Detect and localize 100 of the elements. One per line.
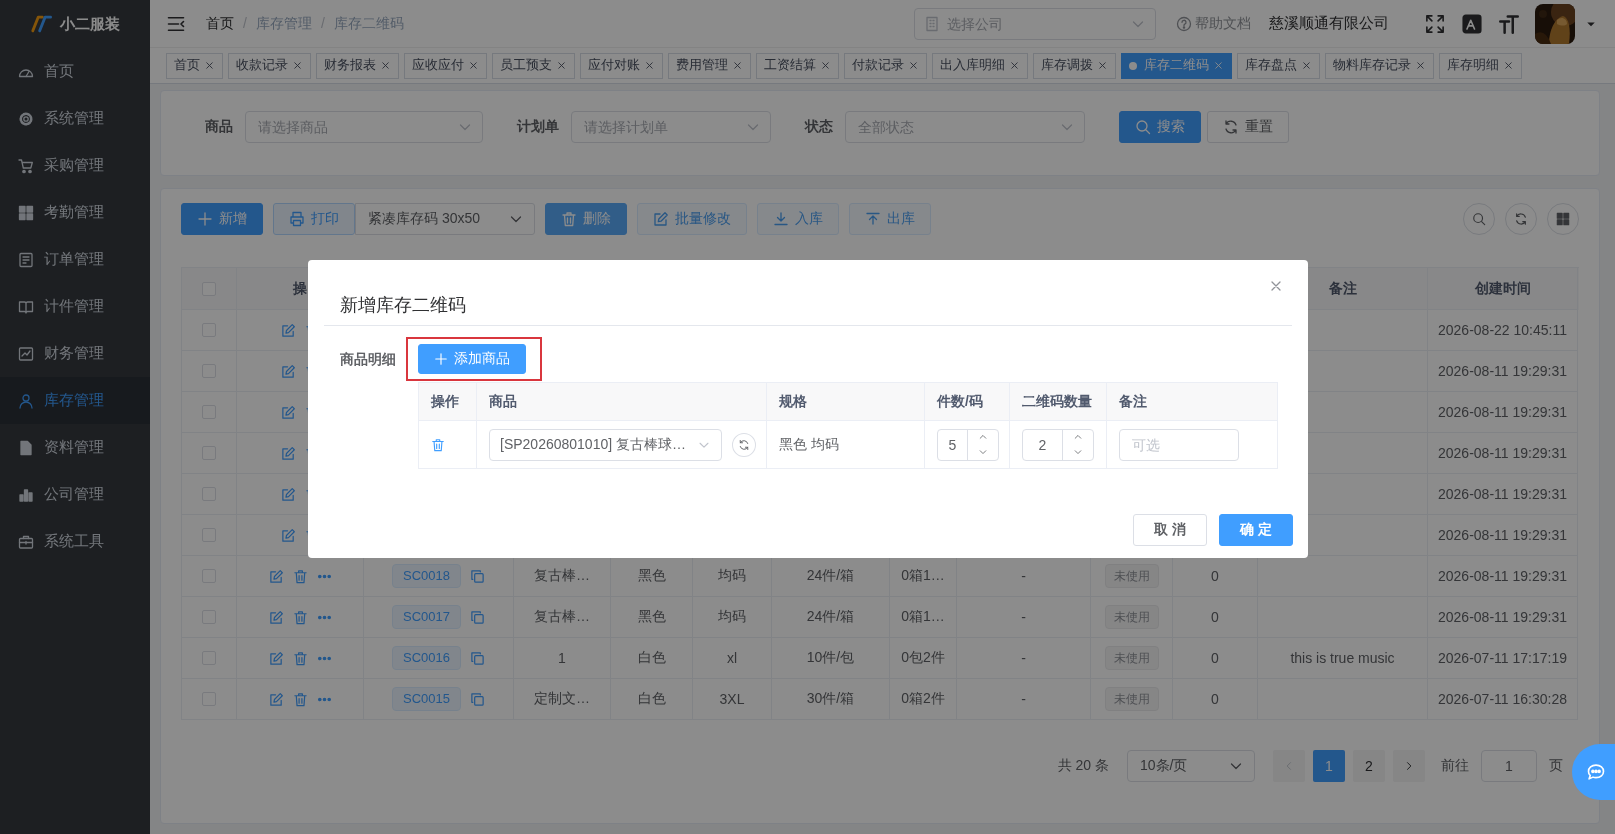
table-cell: 1 bbox=[558, 650, 566, 666]
trash-icon[interactable] bbox=[292, 650, 308, 666]
close-icon[interactable] bbox=[908, 60, 919, 71]
table-cell: - bbox=[1021, 609, 1026, 625]
logo-icon bbox=[30, 13, 52, 35]
edit-icon[interactable] bbox=[280, 445, 296, 461]
confirm-button[interactable]: 确定 bbox=[1219, 514, 1293, 546]
page-tab[interactable]: 收款记录 bbox=[228, 52, 311, 79]
page-input[interactable]: 1 bbox=[1481, 750, 1537, 782]
sidebar-item[interactable]: 公司管理 bbox=[0, 471, 150, 518]
close-icon[interactable] bbox=[1503, 60, 1514, 71]
print-button[interactable]: 打印 bbox=[273, 203, 355, 235]
download-icon bbox=[773, 211, 789, 227]
page-tab[interactable]: 首页 bbox=[166, 52, 223, 79]
page-tab[interactable]: 物料库存记录 bbox=[1325, 52, 1434, 79]
edit-icon[interactable] bbox=[280, 527, 296, 543]
page-tab[interactable]: 库存二维码 bbox=[1121, 52, 1232, 79]
add-button[interactable]: 新增 bbox=[181, 203, 263, 235]
edit-icon[interactable] bbox=[268, 568, 284, 584]
chevron-down-icon[interactable] bbox=[978, 447, 988, 457]
trash-icon[interactable] bbox=[292, 609, 308, 625]
page-button[interactable]: 2 bbox=[1353, 750, 1385, 782]
page-button[interactable]: 1 bbox=[1313, 750, 1345, 782]
refresh-button[interactable] bbox=[1505, 203, 1537, 235]
sidebar-item[interactable]: 财务管理 bbox=[0, 330, 150, 377]
close-icon[interactable] bbox=[1009, 60, 1020, 71]
copy-icon[interactable] bbox=[470, 609, 485, 625]
sidebar-item[interactable]: 资料管理 bbox=[0, 424, 150, 471]
page-tab[interactable]: 出入库明细 bbox=[932, 52, 1028, 79]
edit-icon[interactable] bbox=[280, 363, 296, 379]
sidebar-item[interactable]: 考勤管理 bbox=[0, 189, 150, 236]
page-tab[interactable]: 工资结算 bbox=[756, 52, 839, 79]
copy-icon[interactable] bbox=[470, 568, 485, 584]
edit-icon[interactable] bbox=[268, 650, 284, 666]
page-tab[interactable]: 库存明细 bbox=[1439, 52, 1522, 79]
goto-label: 前往 bbox=[1441, 757, 1469, 775]
page-tab[interactable]: 应收应付 bbox=[404, 52, 487, 79]
table-cell: - bbox=[1021, 568, 1026, 584]
cancel-button[interactable]: 取消 bbox=[1133, 514, 1207, 546]
remark-field[interactable]: 可选 bbox=[1119, 428, 1239, 461]
page-tab[interactable]: 财务报表 bbox=[316, 52, 399, 79]
edit-icon[interactable] bbox=[268, 609, 284, 625]
close-icon[interactable] bbox=[1301, 60, 1312, 71]
reset-button[interactable]: 重置 bbox=[1207, 111, 1289, 143]
page-tab[interactable]: 费用管理 bbox=[668, 52, 751, 79]
page-tab[interactable]: 付款记录 bbox=[844, 52, 927, 79]
product-select[interactable]: [SP20260801010] 复古棒球… bbox=[489, 428, 723, 461]
close-icon[interactable] bbox=[1415, 60, 1426, 71]
close-icon[interactable] bbox=[292, 60, 303, 71]
page-tab[interactable]: 应付对账 bbox=[580, 52, 663, 79]
chevron-up-icon[interactable] bbox=[978, 432, 988, 442]
table-cell: 2026-08-11 19:29:31 bbox=[1438, 527, 1567, 543]
sidebar-item[interactable]: 首页 bbox=[0, 48, 150, 95]
sidebar-item[interactable]: 计件管理 bbox=[0, 283, 150, 330]
search-icon bbox=[1472, 212, 1486, 226]
search-button[interactable]: 搜索 bbox=[1119, 111, 1201, 143]
copy-icon[interactable] bbox=[470, 691, 485, 707]
help-link[interactable]: 帮助文档 bbox=[1176, 14, 1251, 33]
edit-icon[interactable] bbox=[280, 486, 296, 502]
label-template-select[interactable]: 紧凑库存码 30x50 bbox=[355, 203, 535, 235]
close-icon[interactable] bbox=[204, 60, 215, 71]
font-size-icon[interactable] bbox=[1499, 13, 1519, 34]
help-icon bbox=[1176, 15, 1192, 32]
sidebar-item[interactable]: 订单管理 bbox=[0, 236, 150, 283]
add-product-button[interactable]: 添加商品 bbox=[418, 344, 526, 374]
table-cell: 复古棒… bbox=[534, 567, 590, 585]
edit-icon[interactable] bbox=[280, 404, 296, 420]
copy-icon[interactable] bbox=[470, 650, 485, 666]
close-icon[interactable] bbox=[820, 60, 831, 71]
page-tab[interactable]: 库存盘点 bbox=[1237, 52, 1320, 79]
refresh-button[interactable] bbox=[732, 432, 756, 457]
close-icon[interactable] bbox=[468, 60, 479, 71]
sidebar-item[interactable]: 系统工具 bbox=[0, 518, 150, 565]
chevron-down-icon[interactable] bbox=[1073, 447, 1083, 457]
chevron-up-icon[interactable] bbox=[1073, 432, 1083, 442]
columns-button[interactable] bbox=[1547, 203, 1579, 235]
edit-icon[interactable] bbox=[280, 322, 296, 338]
trash-icon[interactable] bbox=[292, 691, 308, 707]
fullscreen-icon[interactable] bbox=[1425, 13, 1445, 34]
page-tab[interactable]: 库存调拨 bbox=[1033, 52, 1116, 79]
translate-icon[interactable] bbox=[1462, 13, 1482, 34]
number-input[interactable]: 2 bbox=[1022, 428, 1094, 461]
close-icon[interactable] bbox=[556, 60, 567, 71]
number-input[interactable]: 5 bbox=[937, 428, 999, 461]
sidebar-item[interactable]: 系统管理 bbox=[0, 95, 150, 142]
search-button[interactable] bbox=[1463, 203, 1495, 235]
close-icon[interactable] bbox=[644, 60, 655, 71]
page-tab[interactable]: 员工预支 bbox=[492, 52, 575, 79]
sidebar-item[interactable]: 库存管理 bbox=[0, 377, 150, 424]
page-suffix: 页 bbox=[1549, 757, 1563, 775]
page-size-select[interactable]: 10条/页 bbox=[1127, 750, 1255, 782]
sidebar-item[interactable]: 采购管理 bbox=[0, 142, 150, 189]
trash-icon[interactable] bbox=[292, 568, 308, 584]
close-icon[interactable] bbox=[1213, 60, 1224, 71]
breadcrumb-link[interactable]: 首页 bbox=[206, 14, 234, 33]
close-icon[interactable] bbox=[1097, 60, 1108, 71]
close-icon[interactable] bbox=[380, 60, 391, 71]
trash-icon[interactable] bbox=[431, 437, 445, 452]
close-icon[interactable] bbox=[732, 60, 743, 71]
edit-icon[interactable] bbox=[268, 691, 284, 707]
